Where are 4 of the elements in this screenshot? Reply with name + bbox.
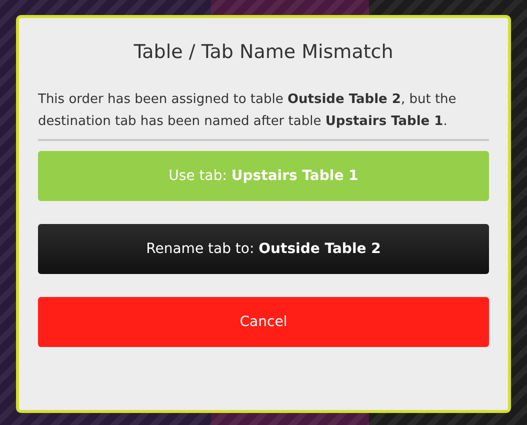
dialog-title: Table / Tab Name Mismatch: [132, 40, 394, 64]
cancel-button[interactable]: Cancel: [38, 297, 489, 347]
dialog-message: This order has been assigned to table Outside Table 2, but the destination tab has been named after table Upstairs Table 1.: [38, 91, 458, 131]
rename-button[interactable]: Rename tab to: Outside Table 2: [38, 224, 489, 274]
